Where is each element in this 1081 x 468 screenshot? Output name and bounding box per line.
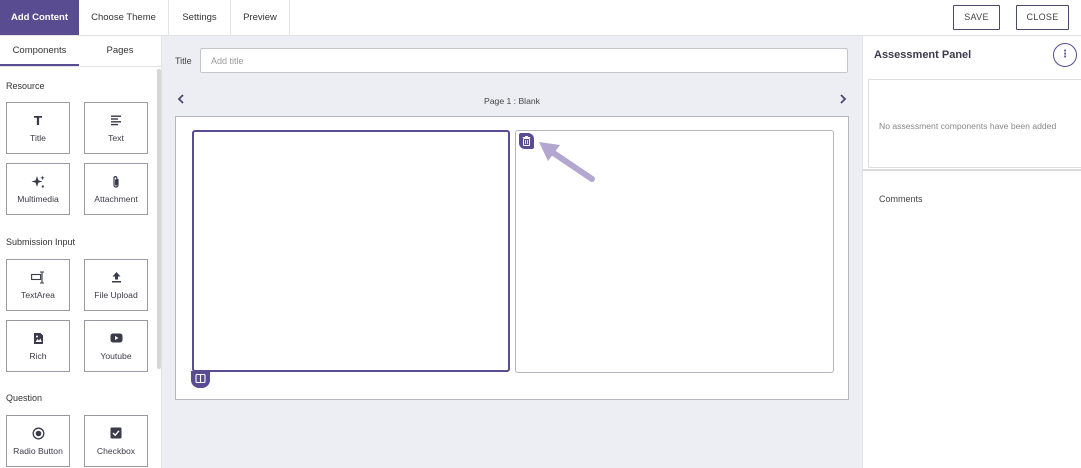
youtube-play-icon (85, 332, 147, 346)
component-file-upload[interactable]: File Upload (84, 259, 148, 311)
save-button[interactable]: SAVE (953, 5, 1000, 30)
panel-divider (863, 169, 1081, 171)
sidebar-scrollbar[interactable] (157, 69, 161, 369)
component-label: Title (30, 133, 46, 143)
tab-components[interactable]: Components (0, 36, 79, 66)
section-heading-question: Question (6, 393, 43, 403)
component-label: Attachment (94, 194, 138, 204)
comments-label: Comments (879, 194, 923, 204)
component-attachment[interactable]: Attachment (84, 163, 148, 215)
component-title[interactable]: T Title (6, 102, 70, 154)
title-input[interactable] (200, 48, 848, 73)
tab-choose-theme[interactable]: Choose Theme (79, 0, 169, 35)
title-label: Title (175, 56, 192, 66)
chevron-right-icon[interactable] (839, 94, 847, 107)
rich-image-icon (7, 332, 69, 346)
section-heading-resource: Resource (6, 81, 45, 91)
radio-icon (7, 427, 69, 441)
tab-settings[interactable]: Settings (169, 0, 231, 35)
page-navigator: Page 1 : Blank (175, 94, 849, 108)
panel-header: Assessment Panel ⋮ (863, 36, 1081, 76)
checkbox-icon (85, 427, 147, 441)
assessment-panel: Assessment Panel ⋮ No assessment compone… (862, 36, 1081, 468)
panel-title: Assessment Panel (874, 49, 972, 61)
column-layout-button[interactable] (191, 371, 210, 388)
textarea-cursor-icon (7, 271, 69, 285)
paperclip-icon (85, 175, 147, 189)
text-lines-icon (85, 114, 147, 128)
component-text[interactable]: Text (84, 102, 148, 154)
column-left-selected[interactable] (192, 130, 510, 372)
page-canvas (175, 116, 849, 400)
tab-add-content[interactable]: Add Content (0, 0, 79, 35)
component-label: Radio Button (13, 446, 63, 456)
more-options-icon[interactable]: ⋮ (1053, 43, 1077, 67)
component-textarea[interactable]: TextArea (6, 259, 70, 311)
tab-preview[interactable]: Preview (231, 0, 290, 35)
component-label: Rich (29, 351, 47, 361)
component-label: TextArea (21, 290, 55, 300)
sparkle-icon (7, 175, 69, 189)
component-sidebar: Components Pages Resource T Title Text M… (0, 36, 162, 468)
section-heading-submission-input: Submission Input (6, 237, 76, 247)
title-T-icon: T (33, 114, 43, 128)
component-label: Text (108, 133, 124, 143)
empty-message: No assessment components have been added (879, 121, 1057, 131)
tab-pages[interactable]: Pages (79, 36, 161, 66)
columns-icon (195, 373, 206, 384)
component-rich[interactable]: Rich (6, 320, 70, 372)
component-label: Multimedia (17, 194, 59, 204)
component-label: Youtube (100, 351, 132, 361)
editor-area: Title Page 1 : Blank (162, 36, 862, 468)
component-label: Checkbox (96, 446, 136, 456)
component-checkbox[interactable]: Checkbox (84, 415, 148, 467)
component-youtube[interactable]: Youtube (84, 320, 148, 372)
component-radio-button[interactable]: Radio Button (6, 415, 70, 467)
page-label: Page 1 : Blank (484, 96, 540, 106)
assessment-empty-box: No assessment components have been added (868, 79, 1081, 168)
component-label: File Upload (94, 290, 138, 300)
upload-icon (85, 271, 147, 285)
sidebar-tabs: Components Pages (0, 36, 161, 67)
component-multimedia[interactable]: Multimedia (6, 163, 70, 215)
annotation-arrow-icon (539, 142, 595, 182)
top-toolbar: Add Content Choose Theme Settings Previe… (0, 0, 1081, 36)
close-button[interactable]: CLOSE (1016, 5, 1069, 30)
